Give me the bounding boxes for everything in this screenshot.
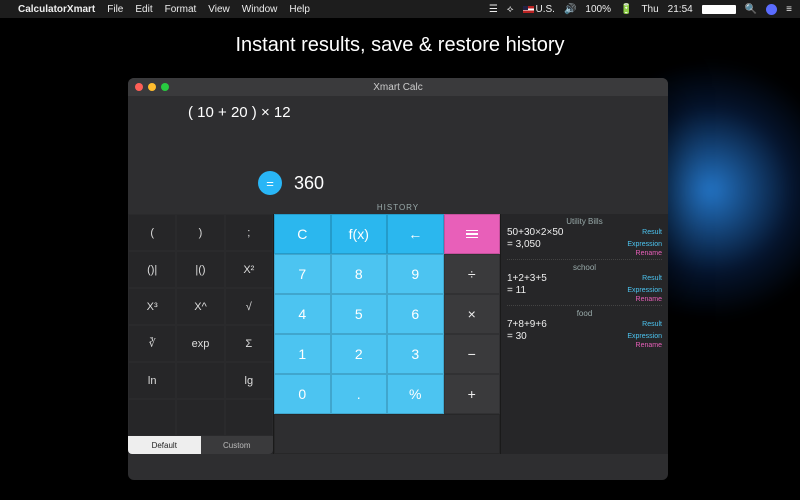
menubar-input-source[interactable]: U.S. [523, 4, 555, 15]
key-function[interactable]: f(x) [331, 214, 388, 254]
key-x-power[interactable]: X^ [176, 288, 224, 325]
key-sqrt[interactable]: √ [225, 288, 273, 325]
key-paren-abs-r[interactable]: |() [176, 251, 224, 288]
menu-window[interactable]: Window [242, 4, 278, 15]
marketing-headline: Instant results, save & restore history [0, 34, 800, 57]
history-action-expression[interactable]: Expression [627, 287, 662, 294]
app-window: Xmart Calc ( 10 + 20 ) × 12 = 360 HISTOR… [128, 78, 668, 480]
key-x-squared[interactable]: X² [225, 251, 273, 288]
menubar-app-name[interactable]: CalculatorXmart [18, 4, 95, 15]
menu-file[interactable]: File [107, 4, 123, 15]
main-keypad: C f(x) ← 7 8 9 ÷ 4 5 6 × 1 2 3 − 0 . % + [274, 214, 500, 454]
adv-tab-default[interactable]: Default [128, 436, 201, 454]
window-title: Xmart Calc [128, 82, 668, 93]
menubar-extra-icon[interactable] [766, 4, 777, 15]
key-subtract[interactable]: − [444, 334, 501, 374]
menubar-user-block[interactable] [702, 5, 736, 14]
key-dot[interactable]: . [331, 374, 388, 414]
key-close-paren[interactable]: ) [176, 214, 224, 251]
menu-format[interactable]: Format [165, 4, 197, 15]
history-action-result[interactable]: Result [642, 275, 662, 282]
key-empty-1 [128, 399, 176, 436]
key-paren-abs-l[interactable]: ()| [128, 251, 176, 288]
menubar-volume-value: 100% [585, 4, 611, 15]
key-add[interactable]: + [444, 374, 501, 414]
menu-edit[interactable]: Edit [135, 4, 152, 15]
hamburger-icon [466, 230, 478, 239]
history-group-title: Utility Bills [507, 217, 662, 226]
key-open-paren[interactable]: ( [128, 214, 176, 251]
history-action-result[interactable]: Result [642, 321, 662, 328]
menu-view[interactable]: View [208, 4, 230, 15]
key-ln[interactable]: ln [128, 362, 176, 399]
history-group-title: school [507, 263, 662, 272]
key-multiply[interactable]: × [444, 294, 501, 334]
key-divide[interactable]: ÷ [444, 254, 501, 294]
key-9[interactable]: 9 [387, 254, 444, 294]
key-8[interactable]: 8 [331, 254, 388, 294]
macos-menubar: CalculatorXmart File Edit Format View Wi… [0, 0, 800, 18]
history-expression[interactable]: 50+30×2×50 [507, 227, 563, 238]
key-7[interactable]: 7 [274, 254, 331, 294]
key-empty-3 [225, 399, 273, 436]
history-action-expression[interactable]: Expression [627, 241, 662, 248]
menubar-volume-icon[interactable]: 🔊 [564, 4, 576, 15]
history-action-result[interactable]: Result [642, 229, 662, 236]
window-titlebar[interactable]: Xmart Calc [128, 78, 668, 96]
key-3[interactable]: 3 [387, 334, 444, 374]
history-action-rename[interactable]: Rename [636, 250, 662, 257]
history-action-expression[interactable]: Expression [627, 333, 662, 340]
key-semicolon[interactable]: ; [225, 214, 273, 251]
calculator-display: ( 10 + 20 ) × 12 = 360 [128, 96, 668, 203]
menubar-day: Thu [641, 4, 658, 15]
menu-help[interactable]: Help [289, 4, 310, 15]
menubar-battery-icon[interactable]: 🔋 [620, 4, 632, 15]
history-group: Utility Bills 50+30×2×50 Result = 3,050 … [507, 214, 662, 259]
history-expression[interactable]: 1+2+3+5 [507, 273, 547, 284]
adv-tab-custom[interactable]: Custom [201, 436, 274, 454]
menubar-search-icon[interactable]: 🔍 [745, 4, 757, 15]
key-6[interactable]: 6 [387, 294, 444, 334]
history-expression[interactable]: 7+8+9+6 [507, 319, 547, 330]
history-result[interactable]: = 11 [507, 285, 526, 296]
keypad-footer [274, 414, 500, 454]
key-0[interactable]: 0 [274, 374, 331, 414]
history-panel: Utility Bills 50+30×2×50 Result = 3,050 … [500, 214, 668, 454]
key-1[interactable]: 1 [274, 334, 331, 374]
key-sigma[interactable]: Σ [225, 325, 273, 362]
menubar-stacks-icon[interactable]: ☰ [489, 4, 498, 15]
key-backspace[interactable]: ← [387, 214, 444, 254]
menubar-bluetooth-icon[interactable]: ⟡ [507, 4, 514, 15]
history-result[interactable]: = 3,050 [507, 239, 541, 250]
key-lg[interactable]: lg [225, 362, 273, 399]
expression-text: ( 10 + 20 ) × 12 [188, 104, 652, 121]
key-exp[interactable]: exp [176, 325, 224, 362]
menubar-time: 21:54 [668, 4, 693, 15]
history-group: food 7+8+9+6 Result = 30 Expression Rena… [507, 305, 662, 351]
key-4[interactable]: 4 [274, 294, 331, 334]
result-text: 360 [294, 173, 324, 194]
history-group-title: food [507, 309, 662, 318]
history-action-rename[interactable]: Rename [636, 296, 662, 303]
key-x-cubed[interactable]: X³ [128, 288, 176, 325]
history-group: school 1+2+3+5 Result = 11 Expression Re… [507, 259, 662, 305]
key-cbrt[interactable]: ∛ [128, 325, 176, 362]
key-5[interactable]: 5 [331, 294, 388, 334]
key-history-toggle[interactable] [444, 214, 501, 254]
advanced-keypad: ( ) ; ()| |() X² X³ X^ √ ∛ exp Σ ln lg [128, 214, 274, 454]
key-empty-2 [176, 399, 224, 436]
history-header-label: HISTORY [128, 203, 668, 212]
history-result[interactable]: = 30 [507, 331, 527, 342]
key-percent[interactable]: % [387, 374, 444, 414]
key-clear[interactable]: C [274, 214, 331, 254]
equals-badge-icon: = [258, 171, 282, 195]
key-blank[interactable] [176, 362, 224, 399]
menubar-notifications-icon[interactable]: ≡ [786, 4, 792, 15]
key-2[interactable]: 2 [331, 334, 388, 374]
history-action-rename[interactable]: Rename [636, 342, 662, 349]
